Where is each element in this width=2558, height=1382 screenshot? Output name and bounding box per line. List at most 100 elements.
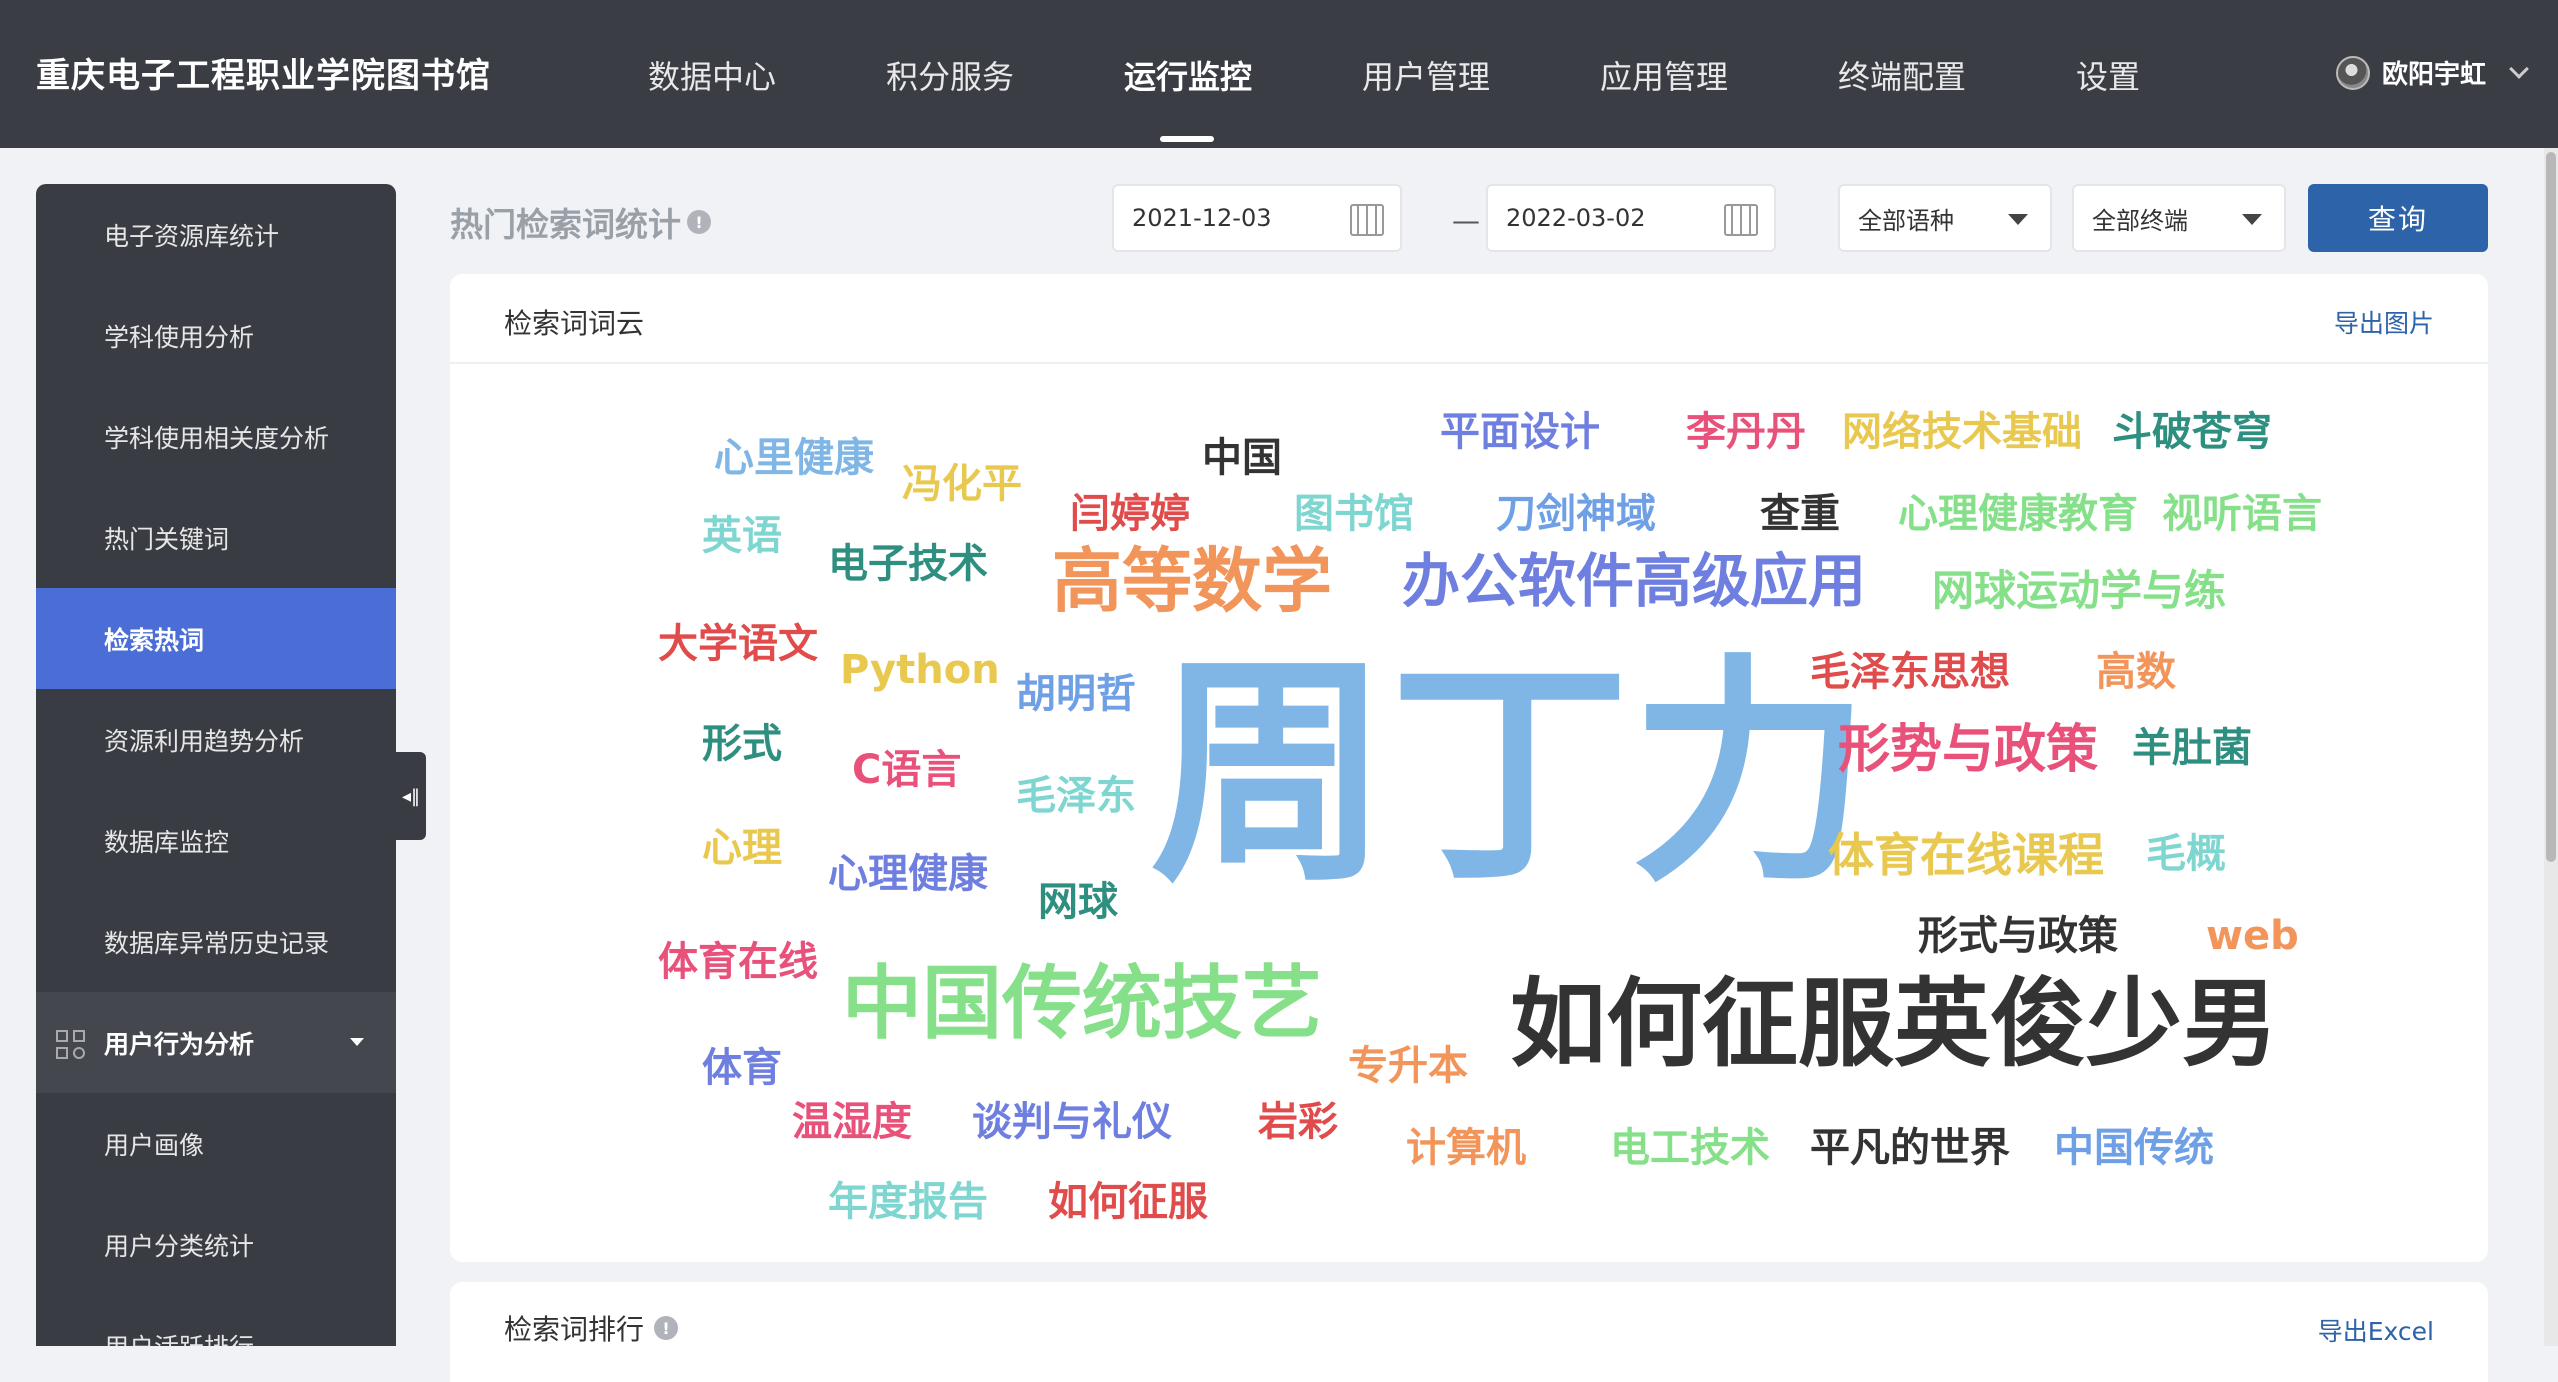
cloud-word[interactable]: 如何征服 xyxy=(1048,1182,1208,1222)
sidebar-item-user-activity-rank[interactable]: 用户活跃排行 xyxy=(36,1295,396,1347)
cloud-word[interactable]: 平面设计 xyxy=(1440,412,1600,452)
caret-down-icon xyxy=(2242,214,2262,225)
cloud-word[interactable]: 形势与政策 xyxy=(1838,724,2098,776)
cloud-word[interactable]: 毛泽东思想 xyxy=(1810,652,2010,692)
date-range-separator: — xyxy=(1452,204,1480,237)
cloud-word[interactable]: 网球运动学与练 xyxy=(1932,570,2226,612)
end-date-input[interactable]: 2022-03-02 xyxy=(1486,184,1776,252)
cloud-word[interactable]: 周丁力 xyxy=(1150,654,1870,894)
cloud-word[interactable]: 形式与政策 xyxy=(1918,916,2118,956)
cloud-word[interactable]: 电子技术 xyxy=(828,544,988,584)
cloud-word[interactable]: Python xyxy=(840,650,1000,690)
end-date-value: 2022-03-02 xyxy=(1506,204,1646,232)
cloud-word[interactable]: 中国传统技艺 xyxy=(842,964,1322,1044)
cloud-word[interactable]: 中国传统 xyxy=(2054,1128,2214,1168)
cloud-word[interactable]: 李丹丹 xyxy=(1686,412,1806,452)
cloud-word[interactable]: 专升本 xyxy=(1348,1046,1468,1086)
cloud-word[interactable]: 网球 xyxy=(1038,882,1118,922)
calendar-icon xyxy=(1350,204,1384,236)
info-icon[interactable]: ! xyxy=(654,1316,679,1340)
cloud-word[interactable]: 如何征服英俊少男 xyxy=(1510,976,2278,1072)
nav-app-management[interactable]: 应用管理 xyxy=(1600,52,1728,98)
cloud-word[interactable]: 冯化平 xyxy=(902,464,1022,504)
cloud-word[interactable]: 体育在线课程 xyxy=(1828,832,2104,878)
avatar xyxy=(2335,55,2370,90)
cloud-word[interactable]: 网络技术基础 xyxy=(1842,412,2082,452)
cloud-word[interactable]: 心理健康 xyxy=(828,854,988,894)
sidebar-item-user-profile[interactable]: 用户画像 xyxy=(36,1093,396,1194)
page-title-text: 热门检索词统计 xyxy=(450,205,681,244)
cloud-word[interactable]: 闫婷婷 xyxy=(1070,494,1190,534)
sidebar-item-subject-correlation[interactable]: 学科使用相关度分析 xyxy=(36,386,396,487)
sidebar-group-user-behavior[interactable]: 用户行为分析 xyxy=(36,992,396,1093)
cloud-word[interactable]: 岩彩 xyxy=(1258,1102,1338,1142)
cloud-word[interactable]: 查重 xyxy=(1760,494,1840,534)
sidebar-item-search-hotwords[interactable]: 检索热词 xyxy=(36,588,396,689)
nav-settings[interactable]: 设置 xyxy=(2076,52,2140,98)
nav-active-indicator xyxy=(1160,136,1214,142)
language-select[interactable]: 全部语种 xyxy=(1838,184,2052,252)
start-date-input[interactable]: 2021-12-03 xyxy=(1112,184,1402,252)
card-title-text: 检索词排行 xyxy=(504,1313,645,1346)
cloud-word[interactable]: 图书馆 xyxy=(1294,494,1414,534)
export-image-link[interactable]: 导出图片 xyxy=(2334,304,2434,340)
cloud-word[interactable]: 高数 xyxy=(2096,652,2176,692)
page-scrollbar[interactable] xyxy=(2544,148,2558,1346)
nav-terminal-config[interactable]: 终端配置 xyxy=(1838,52,1966,98)
scrollbar-thumb[interactable] xyxy=(2546,152,2556,862)
caret-down-icon xyxy=(350,1038,364,1046)
user-name: 欧阳宇虹 xyxy=(2381,60,2486,90)
cloud-word[interactable]: 毛概 xyxy=(2146,834,2226,874)
cloud-word[interactable]: 高等数学 xyxy=(1052,546,1332,616)
sidebar-item-user-category-stats[interactable]: 用户分类统计 xyxy=(36,1194,396,1295)
sidebar-item-db-anomaly-history[interactable]: 数据库异常历史记录 xyxy=(36,891,396,992)
sidebar-collapse-button[interactable]: ◂‖ xyxy=(396,752,426,840)
collapse-left-icon: ◂‖ xyxy=(401,785,421,807)
word-cloud-card: 检索词词云 导出图片 周丁力 如何征服英俊少男 中国传统技艺 高等数学 办公软件… xyxy=(450,274,2488,1262)
sidebar-item-db-monitor[interactable]: 数据库监控 xyxy=(36,790,396,891)
user-menu[interactable]: 欧阳宇虹 xyxy=(2335,54,2529,91)
cloud-word[interactable]: 谈判与礼仪 xyxy=(972,1102,1172,1142)
cloud-word[interactable]: 大学语文 xyxy=(658,624,818,664)
cloud-word[interactable]: 毛泽东 xyxy=(1016,776,1136,816)
cloud-word[interactable]: 年度报告 xyxy=(828,1182,988,1222)
nav-points-service[interactable]: 积分服务 xyxy=(886,52,1014,98)
info-icon[interactable]: ! xyxy=(687,210,711,234)
cloud-word[interactable]: 胡明哲 xyxy=(1016,674,1136,714)
terminal-select-value: 全部终端 xyxy=(2092,206,2188,235)
cloud-word[interactable]: 平凡的世界 xyxy=(1810,1128,2010,1168)
sidebar-item-subject-usage[interactable]: 学科使用分析 xyxy=(36,285,396,386)
search-ranking-card: 检索词排行 ! 导出Excel xyxy=(450,1282,2488,1382)
cloud-word[interactable]: 羊肚菌 xyxy=(2132,728,2252,768)
export-excel-link[interactable]: 导出Excel xyxy=(2318,1312,2434,1348)
cloud-word[interactable]: 温湿度 xyxy=(792,1102,912,1142)
nav-operations-monitor[interactable]: 运行监控 xyxy=(1124,52,1252,98)
cloud-word[interactable]: 心里健康 xyxy=(714,438,874,478)
cloud-word[interactable]: 斗破苍穹 xyxy=(2112,412,2272,452)
terminal-select[interactable]: 全部终端 xyxy=(2072,184,2286,252)
cloud-word[interactable]: web xyxy=(2206,916,2299,956)
card-header: 检索词词云 导出图片 xyxy=(450,274,2488,364)
cloud-word[interactable]: 心理健康教育 xyxy=(1898,494,2138,534)
start-date-value: 2021-12-03 xyxy=(1132,204,1272,232)
card-title: 检索词词云 xyxy=(504,307,645,340)
cloud-word[interactable]: 电工技术 xyxy=(1610,1128,1770,1168)
library-brand-title: 重庆电子工程职业学院图书馆 xyxy=(36,56,491,96)
cloud-word[interactable]: 心理 xyxy=(702,828,782,868)
cloud-word[interactable]: C语言 xyxy=(852,750,961,790)
cloud-word[interactable]: 视听语言 xyxy=(2162,494,2322,534)
sidebar-item-eresource-stats[interactable]: 电子资源库统计 xyxy=(36,184,396,285)
cloud-word[interactable]: 中国 xyxy=(1202,438,1282,478)
cloud-word[interactable]: 形式 xyxy=(702,724,782,764)
sidebar-item-resource-trend[interactable]: 资源利用趋势分析 xyxy=(36,689,396,790)
sidebar-item-hot-keywords[interactable]: 热门关键词 xyxy=(36,487,396,588)
nav-user-management[interactable]: 用户管理 xyxy=(1362,52,1490,98)
cloud-word[interactable]: 英语 xyxy=(702,516,782,556)
query-button[interactable]: 查询 xyxy=(2308,184,2488,252)
cloud-word[interactable]: 办公软件高级应用 xyxy=(1402,552,1866,610)
cloud-word[interactable]: 计算机 xyxy=(1406,1128,1526,1168)
nav-data-center[interactable]: 数据中心 xyxy=(648,52,776,98)
cloud-word[interactable]: 刀剑神域 xyxy=(1496,494,1656,534)
cloud-word[interactable]: 体育在线 xyxy=(658,942,818,982)
cloud-word[interactable]: 体育 xyxy=(702,1048,782,1088)
